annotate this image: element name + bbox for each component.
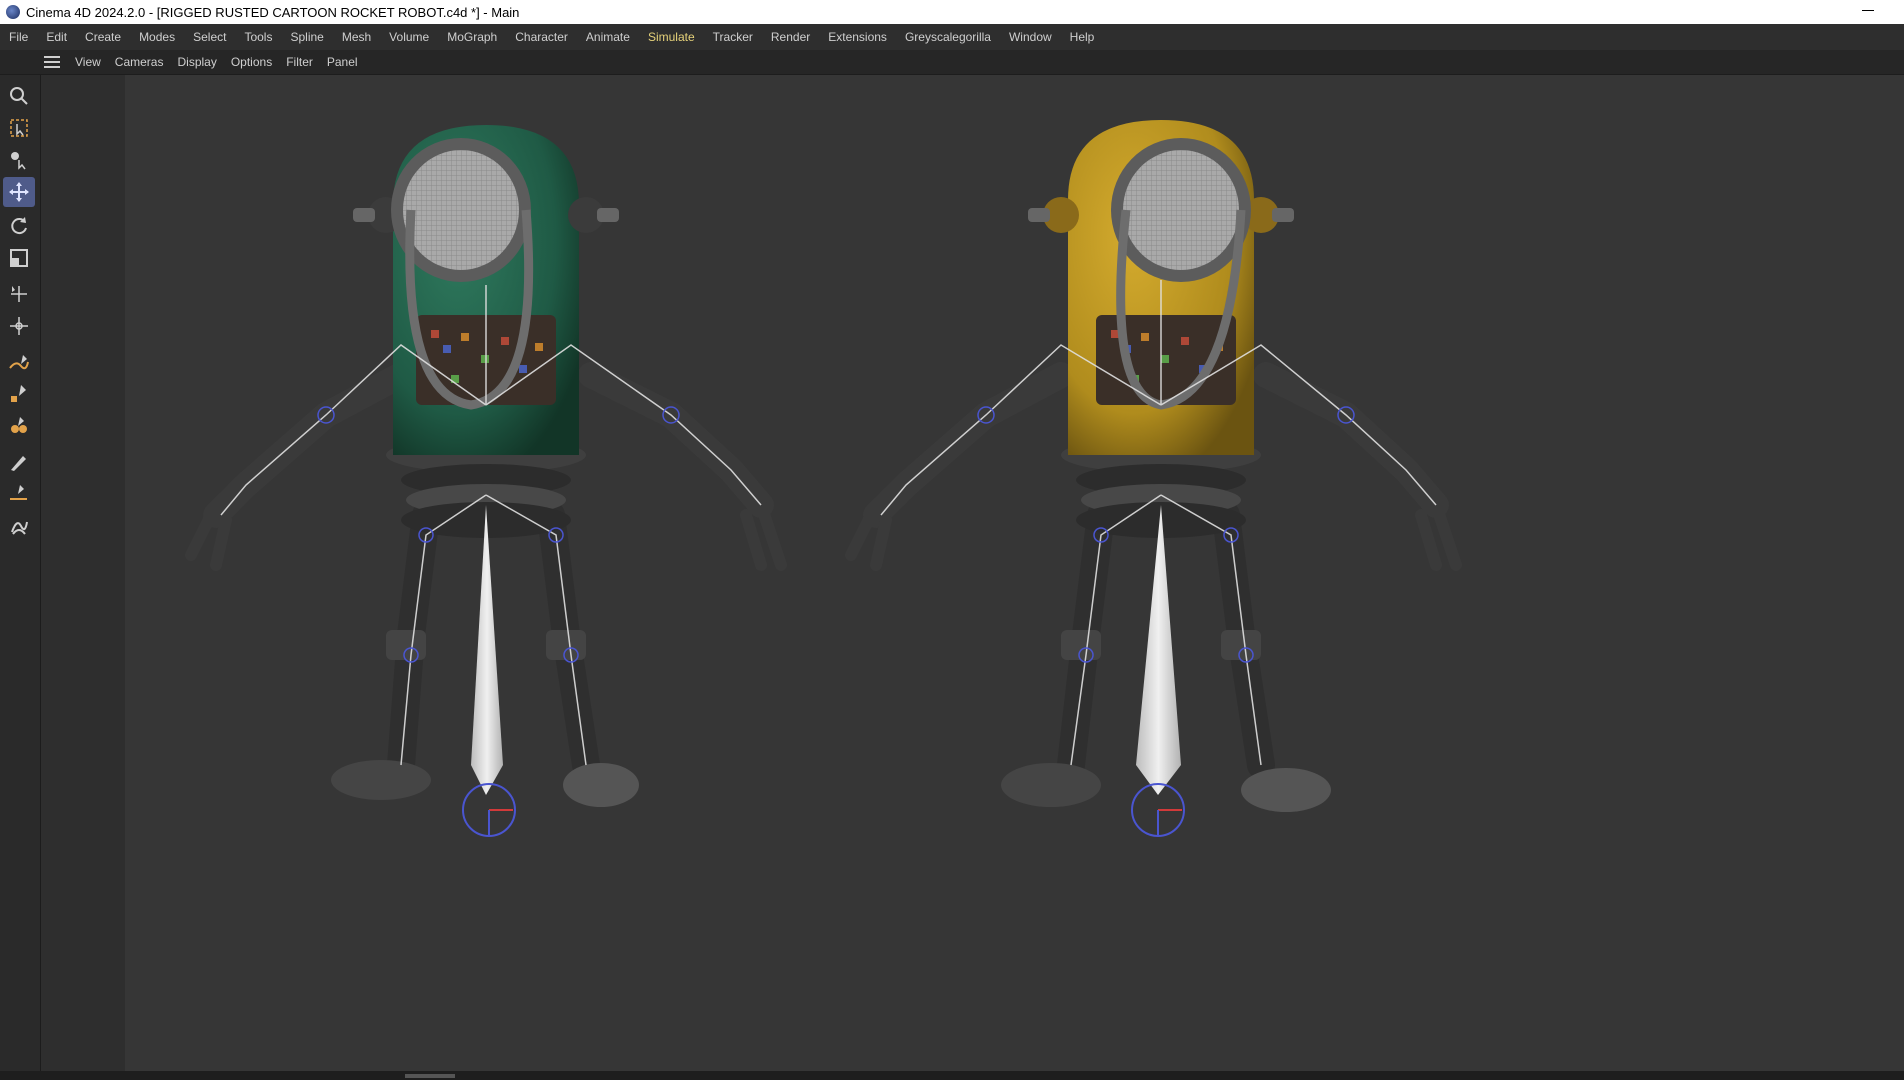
main-menu-bar: File Edit Create Modes Select Tools Spline Mesh… (0, 24, 1904, 50)
menu-extensions[interactable]: Extensions (819, 30, 896, 44)
menu-file[interactable]: File (0, 30, 37, 44)
hamburger-menu-icon[interactable] (44, 56, 60, 68)
spline-sketch-icon (11, 385, 26, 402)
scale-icon (10, 249, 28, 267)
menu-render[interactable]: Render (762, 30, 819, 44)
transfer-tool-icon (10, 317, 28, 335)
scale-tool-button[interactable] (3, 243, 35, 273)
title-bar: Cinema 4D 2024.2.0 - [RIGGED RUSTED CART… (0, 0, 1904, 24)
live-selection-tool-button[interactable] (3, 113, 35, 143)
move-icon (9, 182, 29, 202)
rotate-icon (11, 217, 27, 235)
viewport-scene (185, 120, 1462, 837)
menu-select[interactable]: Select (184, 30, 235, 44)
menu-edit[interactable]: Edit (37, 30, 76, 44)
menu-tracker[interactable]: Tracker (704, 30, 762, 44)
viewport-menu-options[interactable]: Options (224, 55, 279, 69)
paint-brush-tool-button[interactable] (3, 447, 35, 477)
menu-mesh[interactable]: Mesh (333, 30, 380, 44)
tweak-tool-tool-button[interactable] (3, 145, 35, 175)
yellow-robot[interactable] (845, 120, 1462, 837)
live-selection-icon (10, 119, 28, 137)
menu-greyscalegorilla[interactable]: Greyscalegorilla (896, 30, 1000, 44)
menu-window[interactable]: Window (1000, 30, 1061, 44)
viewport-menu-panel[interactable]: Panel (320, 55, 365, 69)
transfer-tool-tool-button[interactable] (3, 311, 35, 341)
move-tool-button[interactable] (3, 177, 35, 207)
left-toolbar (0, 75, 41, 1080)
paint-brush-icon (11, 456, 26, 471)
search-tool-button[interactable] (3, 81, 35, 111)
cinema4d-app-icon (6, 5, 20, 19)
spline-arc-tool-button[interactable] (3, 479, 35, 509)
viewport-menu-cameras[interactable]: Cameras (108, 55, 171, 69)
spline-pen-icon (9, 355, 29, 370)
spline-pen-tool-button[interactable] (3, 349, 35, 379)
spline-smooth-icon (11, 417, 27, 433)
minimize-icon[interactable] (1862, 10, 1874, 11)
menu-tools[interactable]: Tools (235, 30, 281, 44)
viewport-menu-filter[interactable]: Filter (279, 55, 320, 69)
scrollbar-thumb[interactable] (405, 1074, 455, 1078)
placement-tool-icon (11, 286, 27, 302)
spline-helix-tool-button[interactable] (3, 511, 35, 541)
spline-sketch-tool-button[interactable] (3, 379, 35, 409)
menu-modes[interactable]: Modes (130, 30, 184, 44)
menu-volume[interactable]: Volume (380, 30, 438, 44)
viewport-menu-view[interactable]: View (68, 55, 108, 69)
menu-simulate[interactable]: Simulate (639, 30, 704, 44)
rotate-tool-button[interactable] (3, 211, 35, 241)
search-icon (10, 87, 28, 105)
menu-animate[interactable]: Animate (577, 30, 639, 44)
menu-mograph[interactable]: MoGraph (438, 30, 506, 44)
viewport-menu-bar: View Cameras Display Options Filter Panel (0, 50, 1904, 75)
spline-helix-icon (11, 521, 28, 535)
spline-smooth-tool-button[interactable] (3, 411, 35, 441)
menu-spline[interactable]: Spline (281, 30, 332, 44)
menu-help[interactable]: Help (1061, 30, 1104, 44)
3d-viewport[interactable] (41, 75, 1904, 1071)
menu-create[interactable]: Create (76, 30, 130, 44)
tweak-tool-icon (11, 152, 26, 170)
green-robot[interactable] (185, 125, 787, 837)
bottom-scrollbar[interactable] (0, 1071, 1904, 1080)
viewport-menu-display[interactable]: Display (170, 55, 223, 69)
spline-arc-icon (10, 485, 27, 500)
window-title: Cinema 4D 2024.2.0 - [RIGGED RUSTED CART… (26, 4, 520, 20)
menu-character[interactable]: Character (506, 30, 577, 44)
placement-tool-tool-button[interactable] (3, 279, 35, 309)
